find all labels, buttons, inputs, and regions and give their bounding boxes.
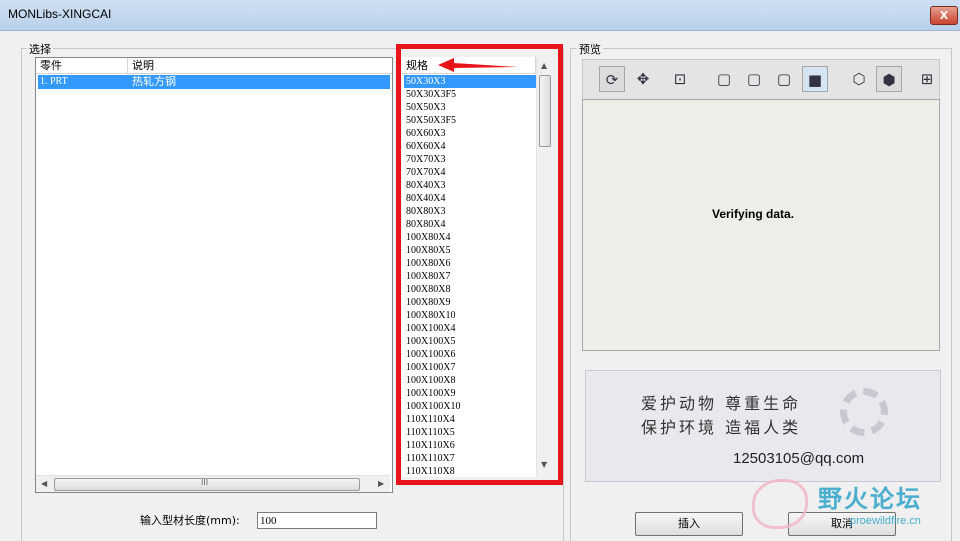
hscroll-thumb[interactable]: III [54, 478, 360, 491]
table-row[interactable]: 1. PRT 热轧方钢 [38, 75, 390, 89]
scroll-left-icon[interactable]: ◀ [41, 479, 47, 488]
cube-right-icon[interactable]: ▢ [771, 66, 797, 92]
desc-cell: 热轧方钢 [132, 75, 176, 88]
slogan-line-1: 爱护动物 尊重生命 [641, 394, 802, 413]
preview-group-label: 预览 [577, 41, 603, 57]
length-label: 输入型材长度(mm): [140, 514, 240, 527]
insert-button[interactable]: 插入 [635, 512, 743, 536]
preview-viewport[interactable] [582, 99, 940, 351]
cube-front-icon[interactable]: ▢ [711, 66, 737, 92]
column-header-part[interactable]: 零件 [36, 58, 128, 73]
hscroll-grip: III [201, 478, 209, 487]
cube-iso-icon[interactable]: ⬢ [876, 66, 902, 92]
watermark-url: proewildfire.cn [850, 515, 921, 527]
preview-status: Verifying data. [712, 207, 795, 221]
watermark-title: 野火论坛 [818, 485, 922, 513]
window-title: MONLibs-XINGCAI [8, 7, 112, 21]
close-button[interactable]: X [930, 6, 958, 25]
parts-hscrollbar[interactable]: ◀ III ▶ [36, 475, 390, 492]
select-group-label: 选择 [27, 41, 53, 57]
pan-view-icon[interactable]: ✥ [630, 66, 656, 92]
cube-wireframe-icon[interactable]: ⬡ [846, 66, 872, 92]
zoom-fit-icon[interactable]: ⊡ [667, 66, 693, 92]
length-input[interactable] [257, 512, 377, 529]
part-cell: 1. PRT [40, 76, 68, 87]
contact-email: 12503105@qq.com [733, 450, 865, 467]
spec-highlight-box [396, 44, 563, 485]
cube-top-icon[interactable]: ▢ [741, 66, 767, 92]
scroll-right-icon[interactable]: ▶ [378, 479, 384, 488]
rotate-view-icon[interactable]: ⟳ [599, 66, 625, 92]
section-view-icon[interactable]: ⊞ [918, 66, 936, 92]
parts-list-header: 零件 说明 [36, 58, 392, 74]
slogan-line-2: 保护环境 造福人类 [641, 418, 802, 437]
parts-listview[interactable]: 零件 说明 1. PRT 热轧方钢 ◀ III ▶ [35, 57, 393, 493]
cube-shaded-icon[interactable]: ■ [802, 66, 828, 92]
butterfly-logo-icon [752, 479, 808, 529]
column-header-desc[interactable]: 说明 [128, 58, 392, 73]
gear-icon [840, 388, 888, 436]
title-bar: MONLibs-XINGCAI X [0, 0, 960, 31]
watermark: 野火论坛 proewildfire.cn [752, 475, 960, 540]
annotation-arrow [438, 58, 518, 72]
